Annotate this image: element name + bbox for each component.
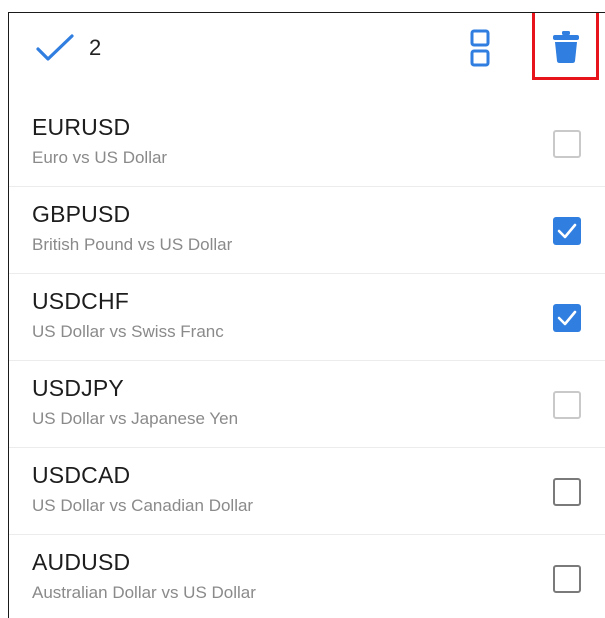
list-item[interactable]: USDCHF US Dollar vs Swiss Franc (9, 274, 605, 361)
checkbox[interactable] (553, 391, 581, 419)
symbol-description: British Pound vs US Dollar (32, 235, 233, 254)
checkbox[interactable] (553, 565, 581, 593)
symbol-name: USDCHF (32, 288, 130, 314)
checkmark-icon[interactable] (35, 33, 75, 63)
symbol-description: Australian Dollar vs US Dollar (32, 583, 256, 602)
checkmark-icon (557, 223, 577, 239)
symbol-name: AUDUSD (32, 549, 131, 575)
symbol-description: US Dollar vs Canadian Dollar (32, 496, 254, 515)
list-item[interactable]: USDJPY US Dollar vs Japanese Yen (9, 361, 605, 448)
selected-count: 2 (89, 35, 102, 60)
screen-frame: 2 EURUSD Euro vs US Dollar GBPUSD Britis… (8, 12, 605, 618)
list-item[interactable]: GBPUSD British Pound vs US Dollar (9, 187, 605, 274)
list-item[interactable]: AUDUSD Australian Dollar vs US Dollar (9, 535, 605, 618)
select-all-icon[interactable] (469, 28, 491, 68)
list-item[interactable]: USDCAD US Dollar vs Canadian Dollar (9, 448, 605, 535)
trash-icon[interactable] (552, 30, 580, 64)
symbol-description: US Dollar vs Swiss Franc (32, 322, 224, 341)
symbol-name: GBPUSD (32, 201, 131, 227)
symbol-name: USDJPY (32, 375, 124, 401)
checkbox[interactable] (553, 130, 581, 158)
symbol-name: EURUSD (32, 114, 131, 140)
symbol-list: EURUSD Euro vs US Dollar GBPUSD British … (9, 100, 605, 618)
checkbox[interactable] (553, 304, 581, 332)
symbol-name: USDCAD (32, 462, 131, 488)
checkbox[interactable] (553, 217, 581, 245)
symbol-description: US Dollar vs Japanese Yen (32, 409, 239, 428)
checkmark-icon (557, 310, 577, 326)
list-item[interactable]: EURUSD Euro vs US Dollar (9, 100, 605, 187)
symbol-description: Euro vs US Dollar (32, 148, 168, 167)
selection-toolbar: 2 (9, 13, 605, 97)
checkbox[interactable] (553, 478, 581, 506)
